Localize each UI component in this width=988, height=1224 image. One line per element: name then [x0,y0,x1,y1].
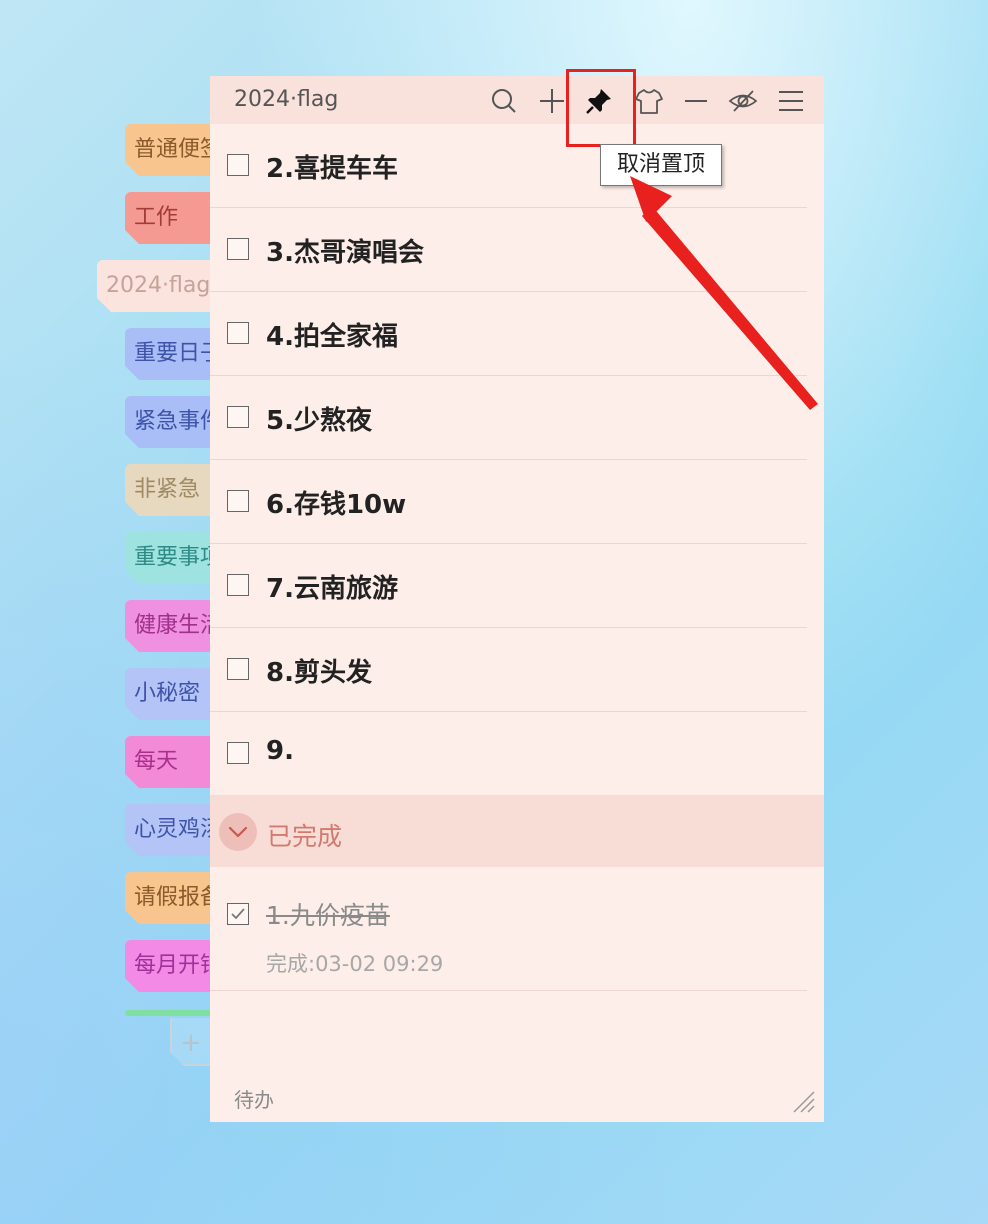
todo-item[interactable]: 3.杰哥演唱会 [210,208,807,292]
tab-label: 非紧急 [134,477,201,502]
tab-label: 健康生活 [134,613,215,638]
tab-0[interactable]: 普通便签 [125,124,215,176]
tab-label: 2024·flag [106,273,211,298]
todo-text[interactable]: 8.剪头发 [266,652,372,689]
completed-time: 完成:03-02 09:29 [266,952,444,976]
todo-text[interactable]: 5.少熬夜 [266,400,372,437]
todo-text[interactable]: 7.云南旅游 [266,568,398,605]
minimize-icon[interactable] [681,86,711,116]
tab-label: 心灵鸡汤 [134,817,215,842]
tab-1[interactable]: 工作 [125,192,215,244]
todo-item[interactable]: 9. [210,712,807,796]
tab-label: 请假报备 [134,885,215,910]
todo-item[interactable]: 5.少熬夜 [210,376,807,460]
todo-text[interactable]: 2.喜提车车 [266,148,398,185]
title-bar[interactable]: 2024·flag [210,76,824,124]
footer-category-label[interactable]: 待办 [234,1084,274,1113]
plus-icon: + [180,1028,202,1058]
todo-checkbox[interactable] [227,658,249,680]
add-tab-button[interactable]: + [170,1018,214,1066]
tab-divider [125,1010,215,1016]
todo-checkbox[interactable] [227,238,249,260]
tab-label: 普通便签 [134,137,215,162]
completed-section-header[interactable]: 已完成 [210,795,824,867]
tab-label: 每月开销 [134,953,215,978]
shirt-icon[interactable] [634,86,664,116]
tab-7[interactable]: 健康生活 [125,600,215,652]
tab-9[interactable]: 每天 [125,736,215,788]
tab-10[interactable]: 心灵鸡汤 [125,804,215,856]
todo-item[interactable]: 8.剪头发 [210,628,807,712]
todo-checkbox[interactable] [227,154,249,176]
completed-text[interactable]: 1.九价疫苗 [266,896,390,932]
tab-6[interactable]: 重要事项 [125,532,215,584]
completed-item[interactable]: 1.九价疫苗 完成:03-02 09:29 [210,876,807,991]
note-title: 2024·flag [234,87,339,112]
tab-label: 重要日子 [134,341,215,366]
tab-11[interactable]: 请假报备 [125,872,215,924]
todo-item[interactable]: 6.存钱10w [210,460,807,544]
menu-icon[interactable] [776,86,806,116]
hide-icon[interactable] [728,86,758,116]
divider [210,990,807,991]
tab-4[interactable]: 紧急事件 [125,396,215,448]
todo-text[interactable]: 9. [266,736,294,766]
todo-item[interactable]: 7.云南旅游 [210,544,807,628]
tab-label: 每天 [134,749,179,774]
tab-8[interactable]: 小秘密 [125,668,215,720]
todo-checkbox[interactable] [227,322,249,344]
tab-3[interactable]: 重要日子 [125,328,215,380]
todo-checkbox[interactable] [227,742,249,764]
todo-text[interactable]: 6.存钱10w [266,484,406,521]
tab-label: 重要事项 [134,545,215,570]
tab-label: 工作 [134,205,179,230]
pin-tooltip: 取消置顶 [600,144,722,186]
tab-12[interactable]: 每月开销 [125,940,215,992]
category-tabs: 普通便签 工作 2024·flag 重要日子 紧急事件 非紧急 重要事项 健康生… [0,0,240,1224]
todo-item[interactable]: 4.拍全家福 [210,292,807,376]
add-icon[interactable] [537,86,567,116]
resize-grip-icon[interactable] [790,1088,816,1114]
note-footer: 待办 [210,1076,824,1122]
todo-text[interactable]: 3.杰哥演唱会 [266,232,424,269]
todo-checkbox[interactable] [227,490,249,512]
chevron-down-icon[interactable] [219,813,257,851]
completed-label: 已完成 [267,822,343,851]
check-icon [231,908,245,920]
todo-checkbox[interactable] [227,574,249,596]
tab-label: 紧急事件 [134,409,215,434]
completed-checkbox[interactable] [227,903,249,925]
todo-checkbox[interactable] [227,406,249,428]
todo-text[interactable]: 4.拍全家福 [266,316,398,353]
tab-2[interactable]: 2024·flag [97,260,215,312]
tab-5[interactable]: 非紧急 [125,464,215,516]
note-window: 2024·flag 2.喜提车车 3.杰哥演唱会 4.拍全家福 5.少熬夜 6.… [210,69,824,1122]
search-icon[interactable] [489,86,519,116]
tab-label: 小秘密 [134,681,201,706]
